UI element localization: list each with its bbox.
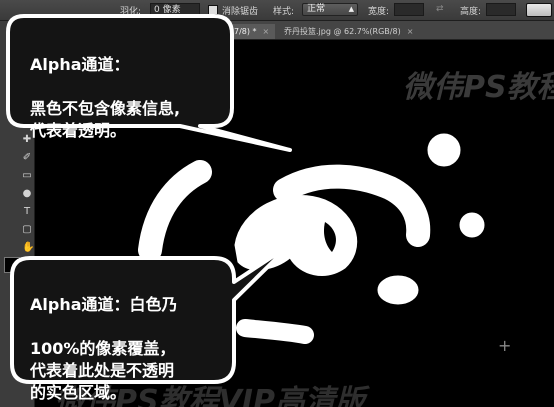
callout-bottom-body: 100%的像素覆盖， 代表着此处是不透明 的实色区域。 bbox=[30, 339, 176, 402]
callout-bottom-title: Alpha通道：白色乃 bbox=[30, 295, 178, 314]
callout-top-body: 黑色不包含像素信息, 代表着透明。 bbox=[30, 99, 181, 140]
callout-bottom: Alpha通道：白色乃 100%的像素覆盖， 代表着此处是不透明 的实色区域。 bbox=[30, 272, 230, 404]
callout-top-title: Alpha通道： bbox=[30, 55, 130, 74]
callout-top: Alpha通道： 黑色不包含像素信息, 代表着透明。 bbox=[30, 32, 230, 142]
